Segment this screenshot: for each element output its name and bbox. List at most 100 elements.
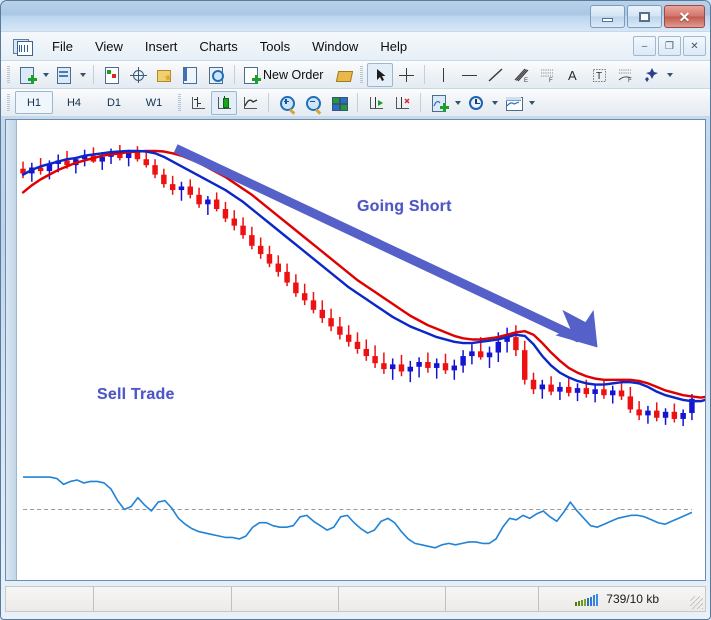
crosshair-tool[interactable] (393, 63, 419, 87)
periods-caret-icon[interactable] (489, 92, 500, 114)
cursor-arrow-icon (372, 67, 389, 83)
strategy-tester-icon (208, 66, 225, 84)
application-window: ✕ File View Insert Charts Tools Window H… (0, 0, 711, 620)
traffic-label: 739/10 kb (606, 592, 659, 606)
periods-separator-3 (420, 93, 421, 112)
timeframe-h4[interactable]: H4 (55, 91, 93, 114)
trendline-tool[interactable] (482, 63, 508, 87)
fibonacci-arrows-tool[interactable]: F (612, 63, 638, 87)
bar-chart-icon (190, 95, 207, 111)
new-chart-caret-icon[interactable] (40, 64, 51, 86)
terminal-list-icon (182, 66, 199, 84)
zoom-in-button[interactable] (274, 91, 300, 115)
title-bar: ✕ (1, 1, 710, 31)
timeframe-w1[interactable]: W1 (135, 91, 173, 114)
equidistant-channel-tool[interactable]: E (508, 63, 534, 87)
toolbar-separator-2 (234, 65, 235, 84)
indicators-button[interactable] (426, 91, 452, 115)
zoom-out-icon (305, 95, 322, 115)
profiles-button[interactable] (51, 63, 77, 87)
periods-separator-2 (357, 93, 358, 112)
maximize-button[interactable] (627, 5, 662, 28)
timeframe-d1[interactable]: D1 (95, 91, 133, 114)
text-label-tool[interactable]: T (586, 63, 612, 87)
fibonacci-retracement-tool[interactable]: F (534, 63, 560, 87)
menu-charts[interactable]: Charts (188, 35, 248, 58)
shapes-arrows-tool[interactable] (638, 63, 664, 87)
menu-window[interactable]: Window (301, 35, 369, 58)
periods-button[interactable] (463, 91, 489, 115)
timeframe-h1[interactable]: H1 (15, 91, 53, 114)
cursor-tool[interactable] (367, 62, 394, 87)
minimize-button[interactable] (590, 5, 625, 28)
status-pane-6 (539, 587, 565, 611)
zoom-in-icon (279, 95, 296, 115)
sell-trade-label: Sell Trade (97, 386, 175, 403)
horizontal-line-tool[interactable] (456, 63, 482, 87)
text-label-icon: T (591, 67, 608, 83)
linestudies-grip[interactable] (360, 65, 364, 84)
resize-grip-icon[interactable] (690, 596, 703, 609)
navigator-button[interactable]: ★ (151, 63, 177, 87)
signal-strength-icon (575, 593, 599, 606)
periods-separator (268, 93, 269, 112)
new-order-label: New Order (263, 67, 324, 82)
candlestick-chart-icon (216, 95, 233, 111)
minimize-icon (602, 18, 613, 22)
horizontal-line-icon (461, 67, 478, 83)
equidistant-channel-icon: E (513, 67, 530, 84)
new-chart-icon (19, 66, 37, 84)
tile-windows-button[interactable] (326, 91, 352, 115)
strategy-tester-button[interactable] (203, 63, 229, 87)
mdi-minimize-button[interactable]: – (633, 36, 656, 56)
toolbar-grip[interactable] (7, 65, 10, 84)
new-order-icon (243, 66, 261, 84)
vertical-line-icon (435, 67, 452, 83)
vertical-line-tool[interactable] (430, 63, 456, 87)
mdi-close-button[interactable]: ✕ (683, 36, 706, 56)
menu-tools[interactable]: Tools (249, 35, 301, 58)
mdi-restore-button[interactable]: ❐ (658, 36, 681, 56)
metaeditor-icon (335, 67, 354, 83)
auto-scroll-button[interactable] (363, 91, 389, 115)
status-bar: 739/10 kb (5, 586, 706, 612)
fibonacci-arrows-icon: F (617, 67, 634, 84)
chart-canvas[interactable]: Going Short Sell Trade (17, 120, 705, 580)
charttype-grip[interactable] (178, 93, 181, 112)
zoom-out-button[interactable] (300, 91, 326, 115)
chart-shift-icon (394, 95, 411, 111)
chart-shift-button[interactable] (389, 91, 415, 115)
indicators-caret-icon[interactable] (452, 92, 463, 114)
templates-caret-icon[interactable] (526, 92, 537, 114)
templates-button[interactable] (500, 91, 526, 115)
svg-text:F: F (549, 78, 553, 83)
new-order-button[interactable]: New Order (240, 63, 330, 87)
profiles-caret-icon[interactable] (77, 64, 88, 86)
close-button[interactable]: ✕ (664, 5, 705, 28)
text-tool[interactable]: A (560, 63, 586, 87)
mdi-window-controls: – ❐ ✕ (633, 36, 706, 56)
metaeditor-button[interactable] (330, 63, 356, 87)
market-watch-button[interactable] (99, 63, 125, 87)
status-pane-3 (232, 587, 339, 611)
going-short-label: Going Short (357, 198, 452, 215)
line-chart-button[interactable] (237, 91, 263, 115)
menu-insert[interactable]: Insert (134, 35, 189, 58)
crosshair-target-icon (129, 66, 147, 83)
menu-file[interactable]: File (41, 35, 84, 58)
new-chart-button[interactable] (14, 63, 40, 87)
svg-text:T: T (596, 71, 602, 82)
shapes-caret-icon[interactable] (664, 64, 675, 86)
terminal-button[interactable] (177, 63, 203, 87)
bar-chart-button[interactable] (185, 91, 211, 115)
menu-help[interactable]: Help (369, 35, 418, 58)
menu-view[interactable]: View (84, 35, 134, 58)
chart-vertical-scrollbar[interactable] (6, 120, 17, 580)
tile-windows-icon (331, 95, 348, 111)
svg-text:A: A (568, 68, 577, 83)
candlestick-chart-button[interactable] (211, 90, 237, 115)
periods-grip[interactable] (7, 93, 10, 112)
data-window-button[interactable] (125, 63, 151, 87)
svg-text:F: F (628, 78, 632, 83)
window-controls: ✕ (590, 5, 705, 28)
